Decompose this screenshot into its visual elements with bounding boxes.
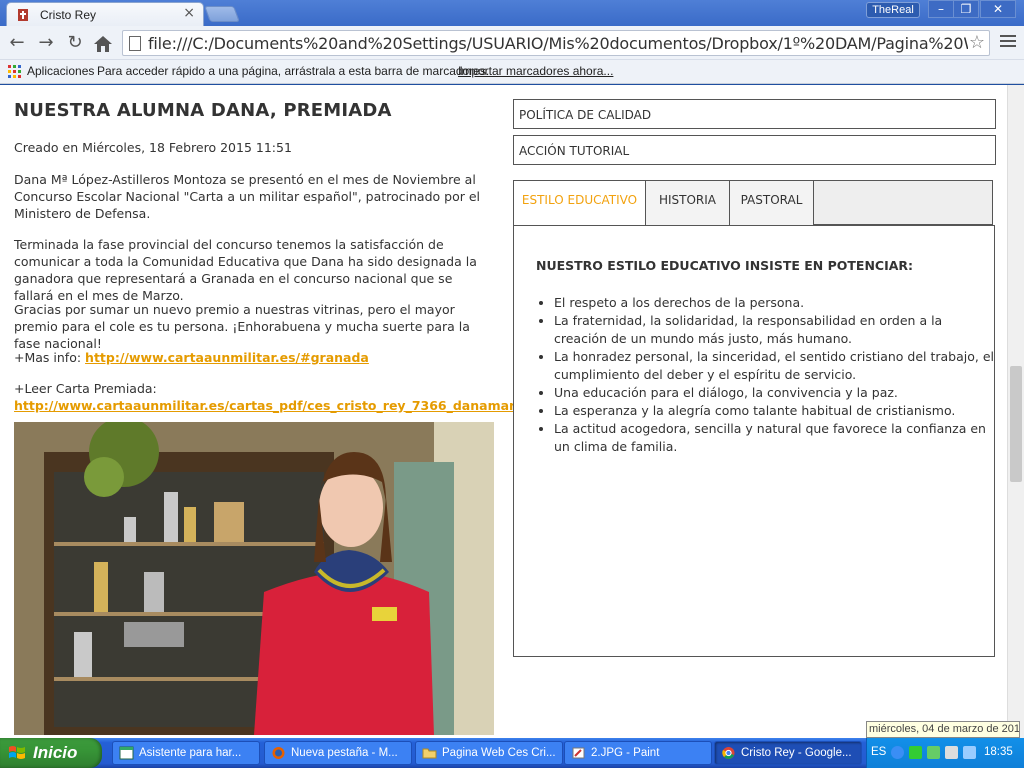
politica-calidad-link[interactable]: POLÍTICA DE CALIDAD: [513, 99, 996, 129]
start-label: Inicio: [33, 743, 78, 762]
article-paragraph: Terminada la fase provincial del concurs…: [14, 237, 477, 303]
page-viewport: NUESTRA ALUMNA DANA, PREMIADA Creado en …: [0, 85, 1024, 738]
language-indicator[interactable]: ES: [871, 746, 886, 758]
article-date: Creado en Miércoles, 18 Febrero 2015 11:…: [14, 140, 292, 155]
browser-toolbar: ← → ↻ file:///C:/Documents%20and%20Setti…: [0, 26, 1024, 60]
tab-panel-estilo-educativo: NUESTRO ESTILO EDUCATIVO INSISTE EN POTE…: [513, 225, 995, 657]
tab-close-icon[interactable]: ×: [183, 5, 195, 21]
list-item: La actitud acogedora, sencilla y natural…: [554, 420, 994, 456]
list-item: La esperanza y la alegría como talante h…: [554, 402, 994, 420]
read-letter-label: +Leer Carta Premiada:: [14, 381, 157, 396]
school-favicon-icon: [18, 9, 28, 21]
article-title: NUESTRA ALUMNA DANA, PREMIADA: [14, 100, 392, 121]
tab-estilo-educativo[interactable]: ESTILO EDUCATIVO: [514, 181, 646, 227]
start-button[interactable]: Inicio: [0, 738, 102, 768]
read-letter-link[interactable]: http://www.cartaaunmilitar.es/cartas_pdf…: [14, 398, 566, 413]
taskbar-item[interactable]: 2.JPG - Paint: [564, 741, 712, 765]
forward-icon[interactable]: →: [35, 32, 57, 54]
paint-icon: [572, 747, 585, 759]
system-tray: ES 18:35: [866, 738, 1024, 768]
browser-titlebar: Cristo Rey × TheReal – ❐ ✕: [0, 0, 1024, 26]
tray-volume-icon[interactable]: [945, 746, 958, 759]
close-window-button[interactable]: ✕: [980, 0, 1016, 18]
tray-app-icon[interactable]: [963, 746, 976, 759]
taskbar-item[interactable]: Pagina Web Ces Cri...: [415, 741, 563, 765]
date-tooltip: miércoles, 04 de marzo de 2015: [866, 721, 1020, 738]
tray-shield-icon[interactable]: [909, 746, 922, 759]
taskbar-item-label: 2.JPG - Paint: [591, 747, 660, 759]
chrome-menu-icon[interactable]: [1000, 35, 1016, 49]
article-paragraph: Gracias por sumar un nuevo premio a nues…: [14, 302, 470, 351]
student-photo: [14, 422, 494, 735]
more-info-link[interactable]: http://www.cartaaunmilitar.es/#granada: [85, 350, 369, 365]
page-icon: [129, 36, 141, 51]
tab-historia[interactable]: HISTORIA: [646, 181, 730, 225]
bookmarks-hint: Para acceder rápido a una página, arrást…: [97, 64, 490, 78]
restore-button[interactable]: ❐: [953, 0, 979, 18]
accion-tutorial-link[interactable]: ACCIÓN TUTORIAL: [513, 135, 996, 165]
taskbar-item[interactable]: Nueva pestaña - M...: [264, 741, 412, 765]
taskbar-item[interactable]: Asistente para har...: [112, 741, 260, 765]
list-item: La fraternidad, la solidaridad, la respo…: [554, 312, 994, 348]
taskbar-item-active[interactable]: Cristo Rey - Google...: [714, 741, 862, 765]
home-icon[interactable]: [92, 33, 114, 55]
taskbar-item-label: Nueva pestaña - M...: [291, 747, 398, 759]
panel-list: El respeto a los derechos de la persona.…: [536, 294, 994, 456]
apps-grid-icon[interactable]: [8, 65, 21, 78]
profile-button[interactable]: TheReal: [866, 2, 920, 18]
list-item: El respeto a los derechos de la persona.: [554, 294, 994, 312]
more-info-line: +Mas info: http://www.cartaaunmilitar.es…: [14, 349, 494, 366]
panel-heading: NUESTRO ESTILO EDUCATIVO INSISTE EN POTE…: [536, 258, 914, 273]
windows-flag-icon: [9, 746, 25, 759]
scrollbar-thumb[interactable]: [1010, 366, 1022, 482]
bookmark-star-icon[interactable]: ☆: [969, 32, 985, 53]
list-item: La honradez personal, la sinceridad, el …: [554, 348, 994, 384]
tab-pastoral[interactable]: PASTORAL: [730, 181, 814, 225]
windows-taskbar: Inicio Asistente para har... Nueva pesta…: [0, 738, 1024, 768]
tray-network-icon[interactable]: [927, 746, 940, 759]
window-icon: [119, 746, 134, 760]
page-scrollbar[interactable]: [1007, 85, 1024, 738]
back-icon[interactable]: ←: [6, 32, 28, 54]
folder-icon: [422, 748, 437, 759]
taskbar-item-label: Cristo Rey - Google...: [741, 747, 852, 759]
taskbar-item-label: Pagina Web Ces Cri...: [442, 747, 556, 759]
more-info-label: +Mas info:: [14, 350, 86, 365]
firefox-icon: [272, 747, 285, 759]
browser-tab-active[interactable]: Cristo Rey ×: [6, 2, 204, 26]
new-tab-button[interactable]: [204, 6, 240, 22]
minimize-button[interactable]: –: [928, 0, 954, 18]
reload-icon[interactable]: ↻: [64, 32, 86, 54]
import-bookmarks-link[interactable]: Importar marcadores ahora...: [458, 64, 613, 78]
bookmarks-bar: Aplicaciones Para acceder rápido a una p…: [0, 60, 1024, 84]
article-paragraph: Dana Mª López-Astilleros Montoza se pres…: [14, 172, 480, 221]
tab-title: Cristo Rey: [40, 8, 97, 22]
clock[interactable]: 18:35: [984, 746, 1013, 758]
taskbar-item-label: Asistente para har...: [139, 747, 242, 759]
read-letter-line: +Leer Carta Premiada: http://www.cartaau…: [14, 380, 566, 414]
list-item: Una educación para el diálogo, la conviv…: [554, 384, 994, 402]
address-bar[interactable]: file:///C:/Documents%20and%20Settings/US…: [122, 30, 990, 56]
sidebar-tabs: ESTILO EDUCATIVO HISTORIA PASTORAL: [513, 180, 993, 227]
url-text[interactable]: file:///C:/Documents%20and%20Settings/US…: [148, 34, 968, 53]
tray-arrow-icon[interactable]: [891, 746, 904, 759]
chrome-icon: [722, 747, 735, 759]
apps-link[interactable]: Aplicaciones: [27, 64, 94, 78]
